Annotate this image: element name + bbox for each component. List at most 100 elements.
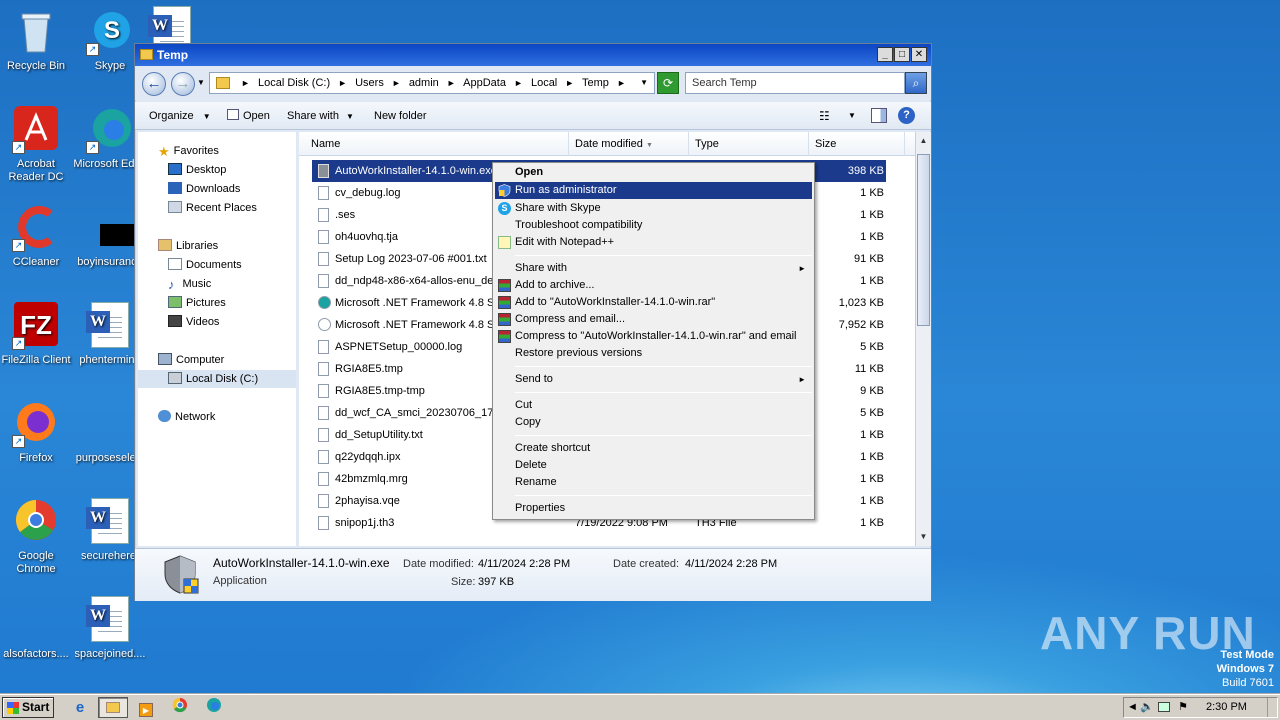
menu-item-copy[interactable]: Copy xyxy=(495,414,812,431)
breadcrumb-users[interactable]: Users xyxy=(355,77,384,89)
menu-item-compress-and-email[interactable]: Compress and email... xyxy=(495,311,812,328)
nav-computer[interactable]: Computer xyxy=(158,351,224,369)
menu-item-edit-with-notepadpp[interactable]: Edit with Notepad++ xyxy=(495,234,812,251)
column-header-name[interactable]: Name xyxy=(305,132,569,156)
address-dropdown-icon[interactable]: ▼ xyxy=(640,73,648,93)
breadcrumb-appdata[interactable]: AppData xyxy=(463,77,506,89)
menu-item-share-with-skype[interactable]: S Share with Skype xyxy=(495,200,812,217)
forward-button[interactable]: → xyxy=(171,72,195,96)
hard-drive-icon xyxy=(168,372,182,384)
network-tray-icon[interactable] xyxy=(1158,702,1170,712)
help-icon[interactable]: ? xyxy=(898,107,915,124)
black-file-icon xyxy=(86,204,148,252)
new-folder-button[interactable]: New folder xyxy=(374,102,427,130)
svg-text:FZ: FZ xyxy=(20,310,52,340)
menu-item-open[interactable]: Open xyxy=(495,164,812,181)
clock[interactable]: 2:30 PM xyxy=(1206,698,1247,717)
taskbar-explorer-icon[interactable] xyxy=(98,697,128,718)
open-label: Open xyxy=(243,110,270,122)
desktop-icon-chrome[interactable]: Google Chrome xyxy=(0,498,74,576)
taskbar-media-player-icon[interactable]: ▶ xyxy=(134,697,158,718)
column-header-size[interactable]: Size xyxy=(809,132,905,156)
desktop-icon-recycle-bin[interactable]: Recycle Bin xyxy=(0,8,74,73)
nav-music[interactable]: ♪ Music xyxy=(168,275,211,293)
desktop-icon-alsofactors[interactable]: alsofactors.... xyxy=(0,596,74,661)
preview-pane-icon[interactable] xyxy=(871,108,887,123)
open-button[interactable]: Open xyxy=(227,102,270,130)
command-bar: Organize ▼ Open Share with ▼ New folder … xyxy=(135,102,931,130)
menu-item-rename[interactable]: Rename xyxy=(495,474,812,491)
tray-collapse-icon[interactable]: ◄ xyxy=(1127,698,1138,717)
window-titlebar[interactable]: Temp _ □ ✕ xyxy=(135,44,931,66)
close-button[interactable]: ✕ xyxy=(911,47,927,62)
show-desktop-button[interactable] xyxy=(1267,698,1277,717)
view-options-icon[interactable]: ☷ xyxy=(819,102,830,130)
nav-desktop[interactable]: Desktop xyxy=(168,161,226,179)
desktop-icon-acrobat[interactable]: ↗ Acrobat Reader DC xyxy=(0,106,74,184)
volume-icon[interactable]: 🔈 xyxy=(1140,698,1154,717)
menu-item-label: Add to "AutoWorkInstaller-14.1.0-win.rar… xyxy=(515,296,716,308)
view-dropdown-icon[interactable]: ▼ xyxy=(848,102,856,130)
maximize-button[interactable]: □ xyxy=(894,47,910,62)
menu-item-delete[interactable]: Delete xyxy=(495,457,812,474)
nav-recent-places[interactable]: Recent Places xyxy=(168,199,257,217)
breadcrumb-local[interactable]: Local xyxy=(531,77,557,89)
menu-item-label: Compress to "AutoWorkInstaller-14.1.0-wi… xyxy=(515,330,797,342)
taskbar-chrome-icon[interactable] xyxy=(168,697,192,718)
menu-item-label: Send to xyxy=(515,373,553,385)
network-icon xyxy=(158,410,171,422)
menu-item-cut[interactable]: Cut xyxy=(495,397,812,414)
menu-item-label: Cut xyxy=(515,399,533,411)
menu-item-properties[interactable]: Properties xyxy=(495,500,812,517)
desktop-icon-spacejoined[interactable]: W spacejoined.... xyxy=(72,596,148,661)
breadcrumb-admin[interactable]: admin xyxy=(409,77,439,89)
breadcrumb-temp[interactable]: Temp xyxy=(582,77,609,89)
menu-item-restore-previous-versions[interactable]: Restore previous versions xyxy=(495,345,812,362)
open-app-icon xyxy=(227,109,239,120)
menu-item-compress-to-rar-and-email[interactable]: Compress to "AutoWorkInstaller-14.1.0-wi… xyxy=(495,328,812,345)
taskbar-edge-icon[interactable] xyxy=(202,697,226,718)
nav-libraries[interactable]: Libraries xyxy=(158,237,218,255)
desktop-icon-filezilla[interactable]: FZ ↗ FileZilla Client xyxy=(0,302,74,367)
back-button[interactable]: ← xyxy=(142,72,166,96)
organize-button[interactable]: Organize ▼ xyxy=(149,102,211,130)
scroll-down-icon[interactable]: ▼ xyxy=(917,530,930,544)
address-field[interactable]: ► Local Disk (C:) ► Users ► admin ► AppData… xyxy=(209,72,655,94)
minimize-button[interactable]: _ xyxy=(877,47,893,62)
search-input[interactable]: Search Temp xyxy=(685,72,905,94)
desktop-icon-label: FileZilla Client xyxy=(1,354,71,366)
scrollbar-thumb[interactable] xyxy=(917,154,930,326)
column-header-type[interactable]: Type xyxy=(689,132,809,156)
share-with-button[interactable]: Share with ▼ xyxy=(287,102,354,130)
menu-item-add-to-rar[interactable]: Add to "AutoWorkInstaller-14.1.0-win.rar… xyxy=(495,294,812,311)
menu-item-send-to[interactable]: Send to ► xyxy=(495,371,812,388)
nav-favorites[interactable]: ★ Favorites xyxy=(158,142,219,160)
flag-tray-icon[interactable]: ⚑ xyxy=(1178,698,1188,717)
menu-item-label: Open xyxy=(515,166,544,178)
nav-videos[interactable]: Videos xyxy=(168,313,219,331)
menu-item-troubleshoot-compatibility[interactable]: Troubleshoot compatibility xyxy=(495,217,812,234)
skype-icon: S ↗ xyxy=(86,8,134,56)
column-header-date-modified[interactable]: Date modified ▼ xyxy=(569,132,689,156)
menu-item-run-as-administrator[interactable]: Run as administrator xyxy=(495,182,812,199)
recent-pages-dropdown-icon[interactable]: ▼ xyxy=(197,78,205,87)
search-icon[interactable]: ⌕ xyxy=(905,72,927,94)
start-button[interactable]: Start xyxy=(2,697,54,718)
nav-pictures[interactable]: Pictures xyxy=(168,294,226,312)
scroll-up-icon[interactable]: ▲ xyxy=(917,134,930,148)
menu-item-create-shortcut[interactable]: Create shortcut xyxy=(495,440,812,457)
nav-local-disk[interactable]: Local Disk (C:) xyxy=(138,370,296,388)
nav-downloads[interactable]: Downloads xyxy=(168,180,240,198)
pictures-icon xyxy=(168,296,182,308)
taskbar-ie-icon[interactable]: e xyxy=(68,697,92,718)
vertical-scrollbar[interactable]: ▲ ▼ xyxy=(915,132,931,546)
nav-documents[interactable]: Documents xyxy=(168,256,242,274)
nav-network[interactable]: Network xyxy=(158,408,215,426)
menu-item-add-to-archive[interactable]: Add to archive... xyxy=(495,277,812,294)
desktop-icon-ccleaner[interactable]: ↗ CCleaner xyxy=(0,204,74,269)
breadcrumb-local-disk[interactable]: Local Disk (C:) xyxy=(258,77,330,89)
menu-item-share-with[interactable]: Share with ► xyxy=(495,260,812,277)
refresh-icon[interactable]: ⟳ xyxy=(657,72,679,94)
menu-item-label: Add to archive... xyxy=(515,279,595,291)
desktop-icon-firefox[interactable]: ↗ Firefox xyxy=(0,400,74,465)
